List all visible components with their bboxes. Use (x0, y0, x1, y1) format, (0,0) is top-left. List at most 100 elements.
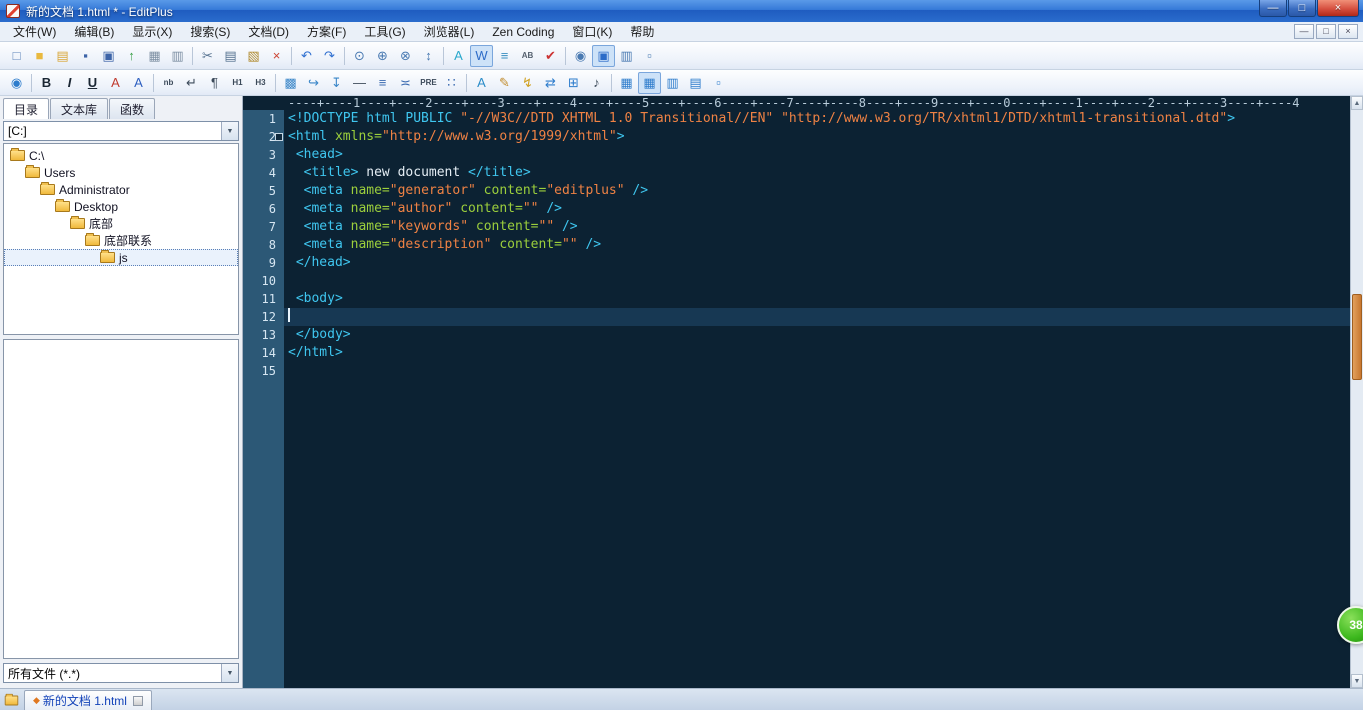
file-filter-select[interactable]: 所有文件 (*.*) ▼ (3, 663, 239, 683)
chevron-down-icon[interactable]: ▼ (221, 122, 238, 140)
object-button[interactable]: ⊞ (562, 72, 585, 94)
print-button[interactable]: ▦ (143, 45, 166, 67)
heading-3-button[interactable]: H3 (249, 72, 272, 94)
bold-button[interactable]: B (35, 72, 58, 94)
code-line[interactable]: 5 <meta name="generator" content="editpl… (243, 182, 1350, 200)
code-line[interactable]: 9 </head> (243, 254, 1350, 272)
tree-item[interactable]: C:\ (4, 147, 238, 164)
cliptext-button[interactable]: AB (516, 45, 539, 67)
heading-1-button[interactable]: H1 (226, 72, 249, 94)
scrollbar-thumb[interactable] (1352, 294, 1362, 380)
word-wrap-button[interactable]: W (470, 44, 493, 67)
minimize-button[interactable]: — (1259, 0, 1287, 17)
scroll-down-button[interactable]: ▼ (1351, 674, 1363, 688)
script-button[interactable]: ↯ (516, 72, 539, 94)
view-in-browser-button[interactable]: ◉ (569, 45, 592, 67)
mdi-restore-button[interactable]: □ (1316, 24, 1336, 39)
new-window-button[interactable]: ▫ (638, 45, 661, 67)
code-line[interactable]: 4 <title> new document </title> (243, 164, 1350, 182)
copy-button[interactable]: ▤ (219, 45, 242, 67)
table-button[interactable]: ▦ (615, 72, 638, 94)
sort-button[interactable]: ↕ (417, 45, 440, 67)
print-preview-button[interactable]: ▥ (166, 45, 189, 67)
menu-browser[interactable]: 浏览器(L) (415, 22, 484, 41)
line-break-button[interactable]: ↵ (180, 72, 203, 94)
tree-item[interactable]: js (4, 249, 238, 266)
drive-select[interactable]: [C:] ▼ (3, 121, 239, 141)
code-line[interactable]: 14 </html> (243, 344, 1350, 362)
editor-pane[interactable]: ----+----1----+----2----+----3----+----4… (243, 96, 1350, 688)
table-column-button[interactable]: ▤ (684, 72, 707, 94)
save-button[interactable]: ▪ (74, 45, 97, 67)
list-button[interactable]: ∷ (440, 72, 463, 94)
code-line[interactable]: 10 (243, 272, 1350, 290)
scroll-up-button[interactable]: ▲ (1351, 96, 1363, 110)
favorites-button[interactable]: ▤ (51, 45, 74, 67)
vertical-scrollbar[interactable]: ▲ ▼ (1350, 96, 1363, 688)
tree-item[interactable]: Desktop (4, 198, 238, 215)
save-all-button[interactable]: ▣ (97, 45, 120, 67)
code-area[interactable]: 1 <!DOCTYPE html PUBLIC "-//W3C//DTD XHTM… (243, 110, 1350, 688)
tab-list-button[interactable] (2, 690, 24, 710)
tree-item[interactable]: Administrator (4, 181, 238, 198)
cut-button[interactable]: ✂ (196, 45, 219, 67)
align-left-button[interactable]: ≡ (371, 72, 394, 94)
tree-item[interactable]: 底部 (4, 215, 238, 232)
tab-functions[interactable]: 函数 (109, 98, 156, 119)
tree-item[interactable]: 底部联系 (4, 232, 238, 249)
pre-button[interactable]: PRE (417, 72, 440, 94)
paragraph-button[interactable]: ¶ (203, 72, 226, 94)
replace-button[interactable]: ⊕ (371, 45, 394, 67)
tab-cliptext[interactable]: 文本库 (50, 98, 109, 119)
menu-file[interactable]: 文件(W) (4, 22, 65, 41)
code-line[interactable]: 1 <!DOCTYPE html PUBLIC "-//W3C//DTD XHTM… (243, 110, 1350, 128)
code-line[interactable]: 6 <meta name="author" content="" /> (243, 200, 1350, 218)
file-list-panel[interactable] (3, 339, 239, 659)
text-field-button[interactable]: A (470, 72, 493, 94)
hyperlink-button[interactable]: ↪ (302, 72, 325, 94)
find-in-files-button[interactable]: ⊗ (394, 45, 417, 67)
find-button[interactable]: ⊙ (348, 45, 371, 67)
image-button[interactable]: ▩ (279, 72, 302, 94)
new-file-button[interactable]: □ (5, 45, 28, 67)
code-line[interactable]: 8 <meta name="description" content="" /> (243, 236, 1350, 254)
code-line[interactable]: 3 <head> (243, 146, 1350, 164)
anchor-button[interactable]: ↧ (325, 72, 348, 94)
horizontal-rule-button[interactable]: ― (348, 72, 371, 94)
browser-button[interactable]: ◉ (5, 72, 28, 94)
close-button[interactable]: × (1317, 0, 1359, 17)
menu-document[interactable]: 文档(D) (239, 22, 298, 41)
form-edit-button[interactable]: ✎ (493, 72, 516, 94)
document-tab[interactable]: ◆ 新的文档 1.html (24, 690, 152, 710)
code-line[interactable]: 11 <body> (243, 290, 1350, 308)
split-window-button[interactable]: ▥ (615, 45, 638, 67)
maximize-button[interactable]: □ (1288, 0, 1316, 17)
code-line[interactable]: 7 <meta name="keywords" content="" /> (243, 218, 1350, 236)
menu-edit[interactable]: 编辑(B) (65, 22, 123, 41)
italic-button[interactable]: I (58, 72, 81, 94)
mdi-minimize-button[interactable]: — (1294, 24, 1314, 39)
font-color-button[interactable]: A (104, 72, 127, 94)
paste-button[interactable]: ▧ (242, 45, 265, 67)
spell-check-button[interactable]: ✔ (539, 45, 562, 67)
menu-tools[interactable]: 工具(G) (355, 22, 414, 41)
sync-button[interactable]: ⇄ (539, 72, 562, 94)
title-bar[interactable]: 新的文档 1.html * - EditPlus — □ × (0, 0, 1363, 22)
menu-project[interactable]: 方案(F) (298, 22, 355, 41)
delete-button[interactable]: × (265, 45, 288, 67)
nbsp-button[interactable]: nb (157, 72, 180, 94)
code-line[interactable]: 15 (243, 362, 1350, 380)
fold-marker-icon[interactable] (275, 133, 283, 141)
code-line[interactable]: 13 </body> (243, 326, 1350, 344)
align-center-button[interactable]: ≍ (394, 72, 417, 94)
menu-zen-coding[interactable]: Zen Coding (483, 22, 563, 41)
table-row-button[interactable]: ▥ (661, 72, 684, 94)
line-numbers-button[interactable]: ≡ (493, 45, 516, 67)
tab-directory[interactable]: 目录 (3, 98, 50, 119)
tree-item[interactable]: Users (4, 164, 238, 181)
code-line[interactable]: 12 (243, 308, 1350, 326)
html-color-picker-button[interactable]: A (447, 45, 470, 67)
menu-help[interactable]: 帮助 (621, 22, 663, 41)
table-cell-button[interactable]: ▫ (707, 72, 730, 94)
mdi-close-button[interactable]: × (1338, 24, 1358, 39)
